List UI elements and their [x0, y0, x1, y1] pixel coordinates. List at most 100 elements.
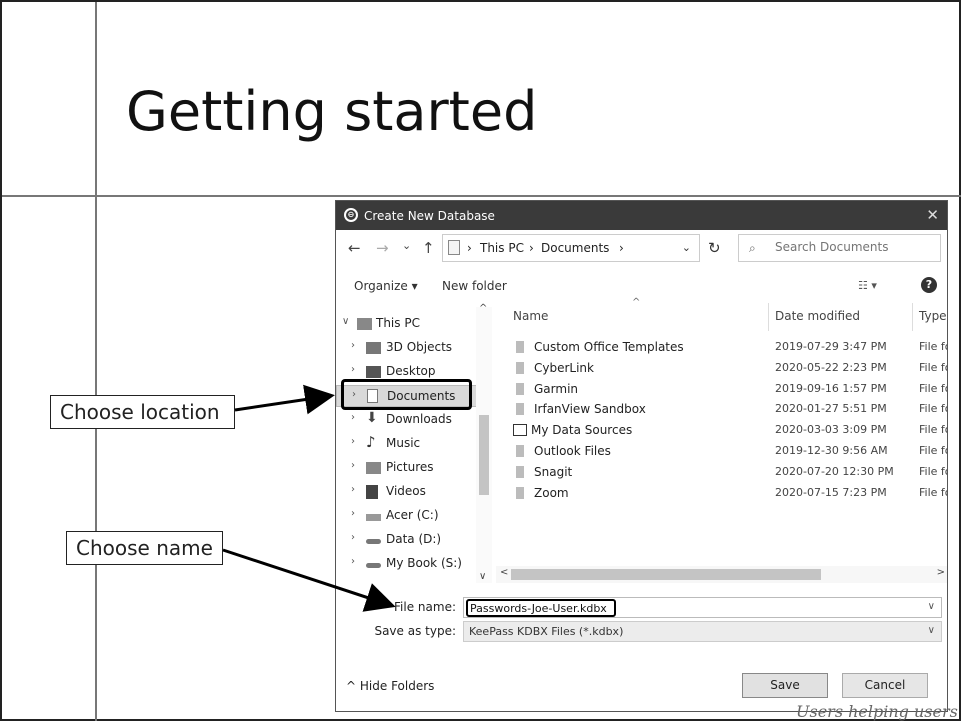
music-icon: ♪ — [366, 433, 376, 451]
file-list-scrollbar[interactable]: < > — [496, 566, 947, 583]
tree-item-acer-c[interactable]: › Acer (C:) — [336, 505, 492, 527]
chevron-up-icon: ^ — [346, 679, 357, 693]
file-row[interactable]: CyberLink 2020-05-22 2:23 PM File fo — [496, 358, 947, 378]
tree-item-pictures[interactable]: › Pictures — [336, 457, 492, 479]
file-row[interactable]: Zoom 2020-07-15 7:23 PM File fo — [496, 483, 947, 503]
folder-icon — [516, 362, 524, 374]
column-header-date[interactable]: Date modified — [775, 309, 860, 323]
file-date: 2020-03-03 3:09 PM — [775, 423, 887, 436]
new-folder-button[interactable]: New folder — [442, 279, 507, 293]
file-row[interactable]: Snagit 2020-07-20 12:30 PM File fo — [496, 462, 947, 482]
file-list: ^ Name Date modified Type Custom Office … — [496, 297, 947, 583]
tree-item-label: My Book (S:) — [386, 556, 462, 570]
tree-item-downloads[interactable]: › ⬇ Downloads — [336, 409, 492, 431]
hide-folders-toggle[interactable]: ^ Hide Folders — [346, 679, 434, 693]
refresh-icon[interactable]: ↻ — [708, 239, 721, 257]
tree-item-this-pc[interactable]: ∨ This PC — [336, 313, 492, 335]
tree-item-my-book-s[interactable]: › My Book (S:) — [336, 553, 492, 575]
cancel-button[interactable]: Cancel — [842, 673, 928, 698]
tree-item-label: Desktop — [386, 364, 436, 378]
tree-item-label: This PC — [376, 316, 420, 330]
scroll-down-icon[interactable]: ∨ — [479, 571, 486, 582]
scrollbar-thumb[interactable] — [511, 569, 821, 580]
cube-icon — [366, 342, 381, 354]
file-name-input[interactable] — [466, 599, 616, 617]
chevron-down-icon[interactable]: ⌄ — [682, 241, 691, 254]
breadcrumb-separator: › — [529, 241, 534, 255]
scrollbar-thumb[interactable] — [479, 415, 489, 495]
tree-item-label: Pictures — [386, 460, 434, 474]
file-name: IrfanView Sandbox — [534, 402, 646, 416]
tree-item-music[interactable]: › ♪ Music — [336, 433, 492, 455]
column-divider[interactable] — [768, 303, 769, 331]
scroll-up-icon[interactable]: ^ — [479, 303, 487, 314]
search-box[interactable]: ⌕ — [738, 234, 941, 262]
tree-item-videos[interactable]: › Videos — [336, 481, 492, 503]
file-date: 2019-09-16 1:57 PM — [775, 382, 887, 395]
file-type: File fo — [919, 486, 947, 499]
chevron-right-icon[interactable]: › — [351, 436, 355, 447]
file-row[interactable]: IrfanView Sandbox 2020-01-27 5:51 PM Fil… — [496, 399, 947, 419]
column-header-name[interactable]: Name — [513, 309, 548, 323]
folder-icon — [448, 240, 460, 255]
navigation-tree: ∨ This PC › 3D Objects › Desktop › Docum… — [336, 307, 496, 583]
file-row[interactable]: Custom Office Templates 2019-07-29 3:47 … — [496, 337, 947, 357]
up-arrow-icon[interactable]: ↑ — [422, 239, 435, 257]
search-input[interactable] — [775, 240, 935, 254]
back-arrow-icon[interactable]: ← — [348, 239, 361, 257]
help-icon[interactable]: ? — [921, 277, 937, 293]
scroll-right-icon[interactable]: > — [937, 567, 945, 578]
recent-locations-icon[interactable]: ⌄ — [402, 239, 411, 252]
create-database-dialog: ⊖ Create New Database ✕ ← → ⌄ ↑ › This P… — [335, 200, 948, 712]
desktop-icon — [366, 366, 381, 378]
chevron-down-icon[interactable]: ∨ — [342, 316, 349, 327]
folder-icon — [516, 383, 524, 395]
column-divider[interactable] — [912, 303, 913, 331]
navigation-bar: ← → ⌄ ↑ › This PC › Documents › ⌄ ↻ ⌕ — [336, 234, 947, 264]
tree-item-3d-objects[interactable]: › 3D Objects — [336, 337, 492, 359]
download-icon: ⬇ — [366, 410, 378, 426]
view-options-icon[interactable]: ☷ ▾ — [858, 279, 877, 292]
address-bar[interactable]: › This PC › Documents › ⌄ — [442, 234, 700, 262]
chevron-down-icon[interactable]: ∨ — [928, 625, 935, 636]
chevron-right-icon[interactable]: › — [351, 532, 355, 543]
chevron-right-icon[interactable]: › — [351, 508, 355, 519]
close-icon[interactable]: ✕ — [926, 206, 939, 224]
file-name-combobox[interactable]: ∨ — [463, 597, 942, 618]
file-name: Zoom — [534, 486, 569, 500]
folder-icon — [516, 466, 524, 478]
tree-item-label: Music — [386, 436, 421, 450]
chevron-right-icon[interactable]: › — [351, 484, 355, 495]
drive-icon — [366, 539, 381, 544]
breadcrumb-this-pc[interactable]: This PC — [480, 241, 524, 255]
tree-item-data-d[interactable]: › Data (D:) — [336, 529, 492, 551]
chevron-right-icon[interactable]: › — [351, 460, 355, 471]
file-date: 2019-07-29 3:47 PM — [775, 340, 887, 353]
file-type: File fo — [919, 423, 947, 436]
database-icon — [513, 424, 527, 436]
organize-button[interactable]: Organize ▾ — [354, 279, 418, 293]
chevron-right-icon[interactable]: › — [351, 556, 355, 567]
save-button[interactable]: Save — [742, 673, 828, 698]
slide-vertical-rule — [95, 2, 97, 721]
save-type-value: KeePass KDBX Files (*.kdbx) — [469, 625, 624, 638]
file-name: CyberLink — [534, 361, 594, 375]
dialog-title: Create New Database — [364, 209, 495, 223]
breadcrumb-documents[interactable]: Documents — [541, 241, 609, 255]
arrow-to-location — [234, 384, 335, 415]
tree-scrollbar[interactable]: ^ ∨ — [476, 303, 492, 583]
file-row[interactable]: My Data Sources 2020-03-03 3:09 PM File … — [496, 420, 947, 440]
file-row[interactable]: Outlook Files 2019-12-30 9:56 AM File fo — [496, 441, 947, 461]
column-header-type[interactable]: Type — [919, 309, 947, 323]
slide: Getting started ⊖ Create New Database ✕ … — [0, 0, 961, 721]
file-row[interactable]: Garmin 2019-09-16 1:57 PM File fo — [496, 379, 947, 399]
scroll-left-icon[interactable]: < — [500, 567, 508, 578]
chevron-down-icon[interactable]: ∨ — [928, 601, 935, 612]
callout-choose-name: Choose name — [66, 531, 223, 565]
chevron-right-icon[interactable]: › — [351, 340, 355, 351]
save-type-select[interactable]: KeePass KDBX Files (*.kdbx) ∨ — [463, 621, 942, 642]
forward-arrow-icon[interactable]: → — [376, 239, 389, 257]
chevron-right-icon[interactable]: › — [351, 364, 355, 375]
sort-ascending-icon: ^ — [632, 297, 641, 308]
chevron-right-icon[interactable]: › — [351, 412, 355, 423]
